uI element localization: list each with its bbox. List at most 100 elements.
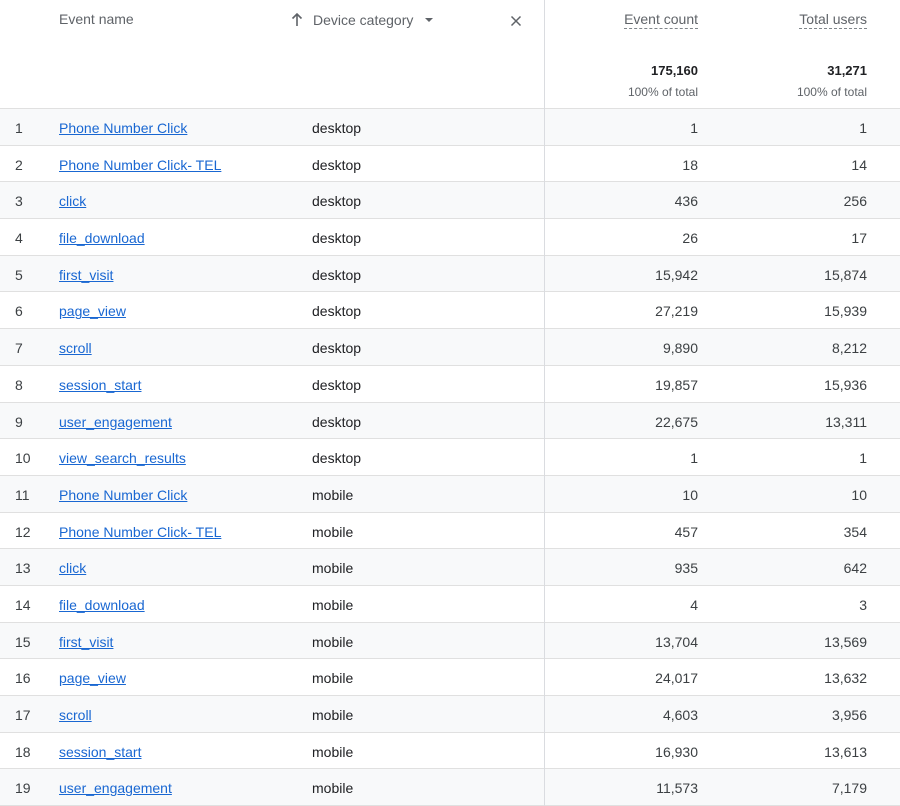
total-event-count: 175,160 [651,63,698,78]
table-row: 19 user_engagement mobile 11,573 7,179 [0,769,900,806]
event-name-link[interactable]: session_start [59,377,141,393]
event-count-cell: 19,857 [655,376,698,393]
device-category-cell: desktop [312,340,362,357]
event-name-link[interactable]: session_start [59,744,141,760]
event-count-cell: 10 [682,486,698,503]
row-index: 16 [15,670,31,687]
table-row: 14 file_download mobile 4 3 [0,586,900,623]
total-users-percent-of-total: 100% of total [796,85,867,99]
total-users-cell: 17 [851,230,867,247]
total-users-cell: 7,179 [831,780,867,797]
event-name-link[interactable]: scroll [59,340,92,356]
event-count-cell: 457 [674,523,698,540]
event-name-link[interactable]: scroll [59,707,92,723]
table-row: 1 Phone Number Click desktop 1 1 [0,109,900,146]
row-index: 7 [15,340,23,357]
total-users-cell: 8,212 [831,340,867,357]
table-row: 18 session_start mobile 16,930 13,613 [0,733,900,770]
event-name-link[interactable]: file_download [59,597,145,613]
device-category-cell: mobile [312,743,354,760]
row-index: 3 [15,193,23,210]
device-category-cell: mobile [312,486,354,503]
table-row: 13 click mobile 935 642 [0,549,900,586]
table-row: 5 first_visit desktop 15,942 15,874 [0,255,900,293]
table-row: 2 Phone Number Click- TEL desktop 18 14 [0,146,900,183]
table-row: 6 page_view desktop 27,219 15,939 [0,292,900,330]
column-header-event-name[interactable]: Event name [59,11,134,27]
event-count-cell: 13,704 [655,633,698,650]
event-name-link[interactable]: user_engagement [59,414,172,430]
device-category-cell: desktop [312,376,362,393]
column-divider [544,0,545,806]
event-name-link[interactable]: view_search_results [59,450,186,466]
event-name-link[interactable]: page_view [59,303,126,319]
event-count-cell: 1 [690,120,698,136]
row-index: 6 [15,303,23,320]
row-index: 19 [15,780,31,797]
event-name-link[interactable]: Phone Number Click- TEL [59,524,221,540]
total-users-cell: 3 [859,596,867,613]
column-header-total-users[interactable]: Total users [799,11,867,29]
close-icon[interactable] [508,13,524,29]
event-name-link[interactable]: first_visit [59,267,113,283]
total-users-cell: 15,874 [824,266,867,283]
event-name-link[interactable]: page_view [59,670,126,686]
device-category-cell: mobile [312,670,354,687]
device-category-cell: desktop [312,413,362,430]
table-row: 7 scroll desktop 9,890 8,212 [0,329,900,366]
row-index: 13 [15,560,31,577]
device-category-cell: desktop [312,266,362,283]
total-users-cell: 256 [843,193,867,210]
total-users-cell: 1 [859,120,867,136]
row-index: 15 [15,633,31,650]
device-category-cell: mobile [312,780,354,797]
event-count-cell: 9,890 [662,340,698,357]
total-users-cell: 13,613 [824,743,867,760]
row-index: 2 [15,156,23,173]
event-count-percent-of-total: 100% of total [627,85,698,99]
table-row: 8 session_start desktop 19,857 15,936 [0,366,900,403]
table-body: 1 Phone Number Click desktop 1 1 2 Phone Numbe… [0,109,900,806]
event-count-cell: 436 [674,193,698,210]
device-category-cell: desktop [312,230,362,247]
event-count-cell: 16,930 [655,743,698,760]
event-count-cell: 15,942 [655,266,698,283]
event-count-cell: 22,675 [655,413,698,430]
table-header: Event name Device category Event count T… [0,0,900,109]
table-row: 12 Phone Number Click- TEL mobile 457 354 [0,513,900,550]
arrow-up-icon[interactable] [290,12,304,28]
device-category-cell: desktop [312,450,362,467]
caret-down-icon[interactable] [425,18,434,22]
device-category-cell: mobile [312,633,354,650]
event-count-cell: 18 [682,156,698,173]
event-count-cell: 4,603 [662,707,698,723]
event-count-cell: 27,219 [655,303,698,320]
column-header-device-category[interactable]: Device category [290,12,434,28]
event-count-cell: 935 [674,560,698,577]
event-name-link[interactable]: click [59,193,86,209]
table-row: 4 file_download desktop 26 17 [0,219,900,256]
total-users-cell: 15,939 [824,303,867,320]
event-name-link[interactable]: click [59,560,86,576]
event-name-link[interactable]: user_engagement [59,780,172,796]
event-name-link[interactable]: Phone Number Click [59,487,187,503]
event-count-cell: 24,017 [655,670,698,687]
event-count-cell: 4 [690,596,698,613]
total-users-cell: 13,632 [824,670,867,687]
total-users-cell: 3,956 [831,707,867,723]
total-users-cell: 642 [843,560,867,577]
event-count-cell: 1 [690,450,698,467]
table-row: 3 click desktop 436 256 [0,182,900,220]
row-index: 4 [15,230,23,247]
event-name-link[interactable]: first_visit [59,634,113,650]
row-index: 11 [15,486,30,503]
event-name-link[interactable]: Phone Number Click [59,120,187,136]
row-index: 8 [15,376,23,393]
column-header-event-count[interactable]: Event count [624,11,698,29]
event-name-link[interactable]: Phone Number Click- TEL [59,157,221,173]
event-count-cell: 26 [682,230,698,247]
event-name-link[interactable]: file_download [59,230,145,246]
device-category-cell: mobile [312,596,354,613]
row-index: 5 [15,266,23,283]
row-index: 10 [15,450,31,467]
